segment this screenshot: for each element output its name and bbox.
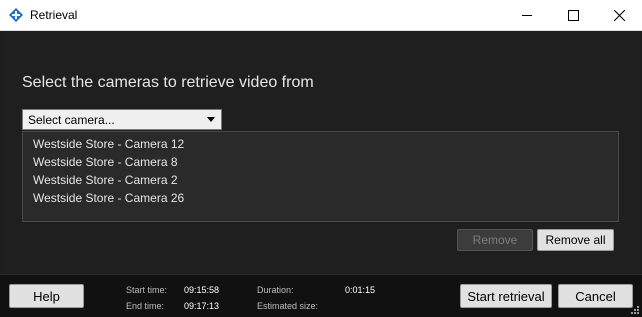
close-button[interactable]	[596, 0, 642, 31]
end-time-value: 09:17:13	[184, 301, 220, 311]
maximize-icon	[567, 10, 579, 21]
camera-list-item[interactable]: Westside Store - Camera 12	[33, 137, 184, 151]
camera-list-item[interactable]: Westside Store - Camera 26	[33, 191, 184, 205]
estimated-size-label: Estimated size:	[257, 301, 319, 311]
start-time-label: Start time:	[126, 285, 168, 295]
start-retrieval-button[interactable]: Start retrieval	[460, 284, 552, 308]
remove-button[interactable]: Remove	[457, 229, 533, 251]
camera-select-value: Select camera...	[28, 113, 115, 127]
camera-list-item[interactable]: Westside Store - Camera 2	[33, 173, 178, 187]
minimize-button[interactable]	[504, 0, 550, 31]
resize-grip-icon[interactable]	[628, 303, 640, 315]
duration-value: 0:01:15	[345, 285, 376, 295]
end-time-label: End time:	[126, 301, 165, 311]
help-button[interactable]: Help	[9, 284, 84, 308]
camera-list[interactable]: Westside Store - Camera 12 Westside Stor…	[22, 131, 619, 222]
page-heading: Select the cameras to retrieve video fro…	[22, 74, 314, 91]
camera-select-dropdown[interactable]: Select camera...	[22, 109, 222, 130]
duration-label: Duration:	[257, 285, 294, 295]
start-time-value: 09:15:58	[184, 285, 220, 295]
app-logo-icon	[9, 8, 23, 22]
window-title: Retrieval	[30, 8, 78, 22]
maximize-button[interactable]	[550, 0, 596, 31]
chevron-down-icon	[207, 117, 215, 122]
minimize-icon	[521, 15, 532, 16]
remove-all-button[interactable]: Remove all	[537, 229, 614, 251]
close-icon	[613, 10, 625, 21]
cancel-button[interactable]: Cancel	[558, 284, 633, 308]
title-bar: Retrieval	[0, 0, 642, 31]
camera-list-item[interactable]: Westside Store - Camera 8	[33, 155, 178, 169]
